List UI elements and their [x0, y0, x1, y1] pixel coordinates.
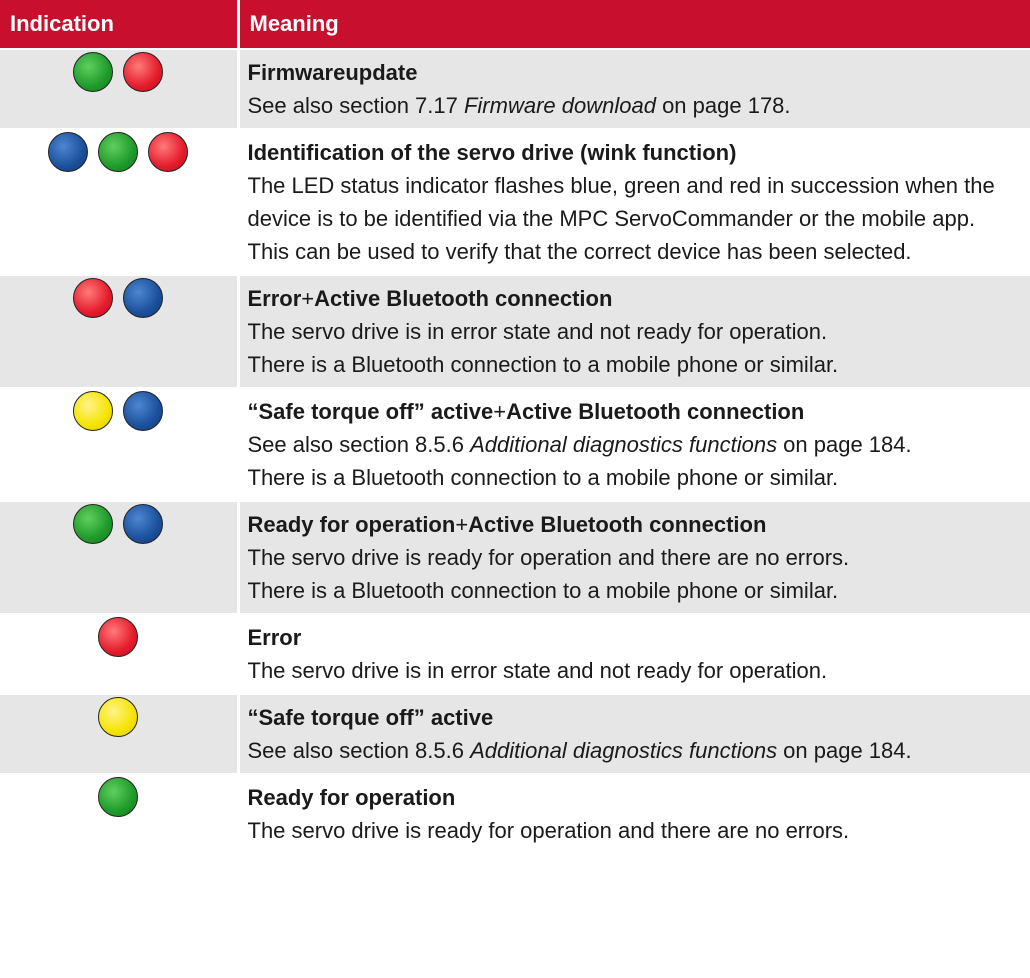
- table-row: Ready for operation+Active Bluetooth con…: [0, 501, 1030, 614]
- yellow-led-icon: [73, 391, 114, 431]
- led-group: [0, 615, 237, 659]
- section-reference: Additional diagnostics functions: [470, 432, 778, 457]
- row-title: Identification of the servo drive (wink …: [247, 140, 737, 165]
- table-row: Error+Active Bluetooth connection The se…: [0, 275, 1030, 388]
- row-title: Error+Active Bluetooth connection: [247, 286, 613, 311]
- red-led-icon: [148, 132, 189, 172]
- row-title: “Safe torque off” active+Active Bluetoot…: [247, 399, 805, 424]
- indication-cell: [0, 774, 240, 853]
- red-led-icon: [98, 617, 139, 657]
- section-reference: Additional diagnostics functions: [470, 738, 778, 763]
- table-row: “Safe torque off” active See also sectio…: [0, 694, 1030, 774]
- row-title: Error: [247, 625, 302, 650]
- row-description: The servo drive is ready for operation a…: [247, 818, 850, 843]
- row-description: The servo drive is in error state and no…: [247, 319, 828, 344]
- table-row: Identification of the servo drive (wink …: [0, 129, 1030, 275]
- row-description: See also section 8.5.6 Additional diagno…: [247, 738, 912, 763]
- row-description: There is a Bluetooth connection to a mob…: [247, 465, 839, 490]
- meaning-cell: Firmwareupdate See also section 7.17 Fir…: [238, 49, 1030, 129]
- row-description: There is a Bluetooth connection to a mob…: [247, 578, 839, 603]
- section-reference: Firmware download: [463, 93, 656, 118]
- row-title: Ready for operation+Active Bluetooth con…: [247, 512, 767, 537]
- table-row: Error The servo drive is in error state …: [0, 614, 1030, 694]
- indication-cell: [0, 694, 240, 774]
- blue-led-icon: [48, 132, 89, 172]
- green-led-icon: [73, 52, 114, 92]
- row-title: “Safe torque off” active: [247, 705, 494, 730]
- green-led-icon: [73, 504, 114, 544]
- row-description: The servo drive is in error state and no…: [247, 658, 828, 683]
- red-led-icon: [123, 52, 164, 92]
- yellow-led-icon: [98, 697, 139, 737]
- indication-cell: [0, 275, 240, 388]
- header-indication: Indication: [0, 0, 240, 49]
- meaning-cell: Ready for operation The servo drive is r…: [238, 774, 1030, 853]
- led-group: [0, 502, 237, 546]
- header-meaning: Meaning: [238, 0, 1030, 49]
- green-led-icon: [98, 777, 139, 817]
- indication-cell: [0, 614, 240, 694]
- indication-cell: [0, 49, 240, 129]
- led-indication-table: Indication Meaning Firmwareupdate See al…: [0, 0, 1030, 853]
- row-description: The servo drive is ready for operation a…: [247, 545, 850, 570]
- led-group: [0, 775, 237, 819]
- led-group: [0, 130, 237, 174]
- led-group: [0, 50, 237, 94]
- meaning-cell: Error The servo drive is in error state …: [238, 614, 1030, 694]
- row-description: See also section 7.17 Firmware download …: [247, 93, 791, 118]
- blue-led-icon: [123, 504, 164, 544]
- blue-led-icon: [123, 278, 164, 318]
- table-header-row: Indication Meaning: [0, 0, 1030, 49]
- indication-cell: [0, 388, 240, 501]
- table-row: Firmwareupdate See also section 7.17 Fir…: [0, 49, 1030, 129]
- indication-cell: [0, 129, 240, 275]
- led-group: [0, 389, 237, 433]
- table-row: “Safe torque off” active+Active Bluetoot…: [0, 388, 1030, 501]
- row-title: Ready for operation: [247, 785, 456, 810]
- green-led-icon: [98, 132, 139, 172]
- led-group: [0, 276, 237, 320]
- meaning-cell: Error+Active Bluetooth connection The se…: [238, 275, 1030, 388]
- meaning-cell: “Safe torque off” active+Active Bluetoot…: [238, 388, 1030, 501]
- table-row: Ready for operation The servo drive is r…: [0, 774, 1030, 853]
- indication-cell: [0, 501, 240, 614]
- meaning-cell: Identification of the servo drive (wink …: [238, 129, 1030, 275]
- blue-led-icon: [123, 391, 164, 431]
- red-led-icon: [73, 278, 114, 318]
- meaning-cell: Ready for operation+Active Bluetooth con…: [238, 501, 1030, 614]
- row-description: The LED status indicator flashes blue, g…: [247, 173, 995, 264]
- led-group: [0, 695, 237, 739]
- row-title: Firmwareupdate: [247, 60, 418, 85]
- meaning-cell: “Safe torque off” active See also sectio…: [238, 694, 1030, 774]
- row-description: There is a Bluetooth connection to a mob…: [247, 352, 839, 377]
- row-description: See also section 8.5.6 Additional diagno…: [247, 432, 912, 457]
